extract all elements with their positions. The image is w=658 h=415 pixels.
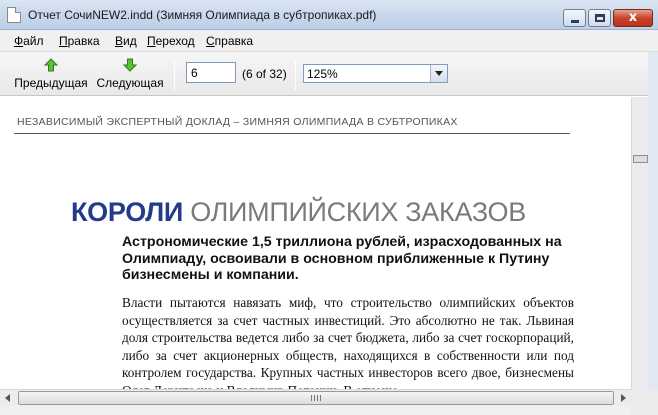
headline-bold: КОРОЛИ: [71, 197, 184, 227]
window-title: Отчет СочиNEW2.indd (Зимняя Олимпиада в …: [28, 8, 377, 22]
minimize-button[interactable]: [563, 9, 586, 27]
grip-icon: [311, 395, 321, 401]
menu-file[interactable]: Файл: [14, 34, 44, 48]
status-strip: [0, 406, 631, 415]
title-bar: Отчет СочиNEW2.indd (Зимняя Олимпиада в …: [0, 0, 658, 30]
chevron-down-icon[interactable]: [430, 65, 447, 82]
toolbar-separator: [174, 60, 175, 90]
maximize-icon: [595, 14, 605, 22]
menu-bar: Файл Правка Вид Переход Справка: [0, 30, 658, 52]
next-page-button[interactable]: Следующая: [96, 56, 164, 94]
menu-view[interactable]: Вид: [115, 34, 137, 48]
vertical-scroll-thumb[interactable]: [633, 155, 648, 163]
document-view[interactable]: НЕЗАВИСИМЫЙ ЭКСПЕРТНЫЙ ДОКЛАД – ЗИМНЯЯ О…: [0, 97, 631, 389]
scroll-left-icon[interactable]: [0, 390, 17, 406]
page-number-input[interactable]: [186, 62, 236, 83]
document-app-icon: [7, 7, 21, 23]
zoom-select[interactable]: 125%: [303, 64, 448, 83]
menu-edit[interactable]: Правка: [59, 34, 100, 48]
menu-go[interactable]: Переход: [147, 34, 195, 48]
zoom-value: 125%: [307, 67, 338, 81]
vertical-scrollbar[interactable]: [631, 97, 648, 389]
article-headline: КОРОЛИ ОЛИМПИЙСКИХ ЗАКАЗОВ: [71, 196, 526, 228]
header-rule: [14, 133, 570, 134]
article-lead: Астрономические 1,5 триллиона рублей, из…: [122, 234, 562, 283]
previous-page-label: Предыдущая: [14, 76, 88, 90]
page-count-text: (6 of 32): [242, 67, 287, 81]
running-head: НЕЗАВИСИМЫЙ ЭКСПЕРТНЫЙ ДОКЛАД – ЗИМНЯЯ О…: [17, 116, 458, 128]
menu-help[interactable]: Справка: [206, 34, 253, 48]
scrollbar-corner: [631, 389, 658, 415]
arrow-up-icon: [43, 58, 59, 72]
previous-page-button[interactable]: Предыдущая: [14, 56, 88, 94]
horizontal-scroll-thumb[interactable]: [18, 391, 614, 405]
close-icon: x: [628, 10, 638, 25]
article-body: Власти пытаются навязать миф, что строит…: [122, 295, 574, 389]
next-page-label: Следующая: [96, 76, 164, 90]
toolbar-separator: [295, 60, 296, 90]
maximize-button[interactable]: [588, 9, 611, 27]
horizontal-scrollbar[interactable]: [0, 389, 631, 406]
arrow-down-icon: [122, 58, 138, 72]
close-button[interactable]: x: [613, 9, 653, 27]
minimize-icon: [571, 20, 579, 23]
scroll-right-icon[interactable]: [614, 390, 631, 406]
headline-light: ОЛИМПИЙСКИХ ЗАКАЗОВ: [190, 197, 526, 227]
